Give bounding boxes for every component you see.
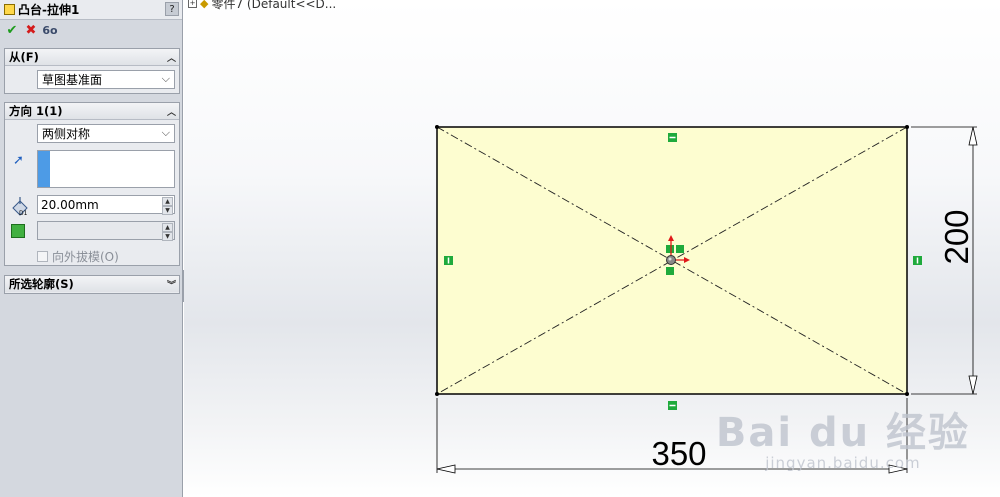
selected-contours-title: 所选轮廓(S) [9,277,74,291]
expand-icon[interactable]: ︾ [167,278,176,291]
from-group-title: 从(F) [9,50,39,64]
chevron-down-icon: ⌵ [161,126,170,139]
reverse-direction-icon[interactable]: ➚ [13,153,24,168]
draft-outward-row: 向外拔模(O) [37,248,119,265]
selected-contours-header[interactable]: 所选轮廓(S) ︾ [5,276,179,292]
draft-outward-checkbox [37,251,48,262]
vertical-relation-icon [444,256,453,265]
feature-title-bar: 凸台-拉伸1 ? [0,0,182,20]
spin-down-icon[interactable]: ▼ [162,206,173,215]
start-condition-value: 草图基准面 [42,73,103,87]
draft-icon[interactable] [11,224,25,238]
draft-outward-label: 向外拔模(O) [52,250,119,264]
depth-spinner[interactable]: ▲ ▼ [162,197,173,215]
end-condition-value: 两侧对称 [42,127,91,141]
feature-title: 凸台-拉伸1 [18,3,80,17]
ok-button[interactable]: ✔ [5,23,19,38]
direction-selection-box[interactable] [37,150,175,188]
horizontal-relation-icon [668,133,677,142]
selected-contours-group[interactable]: 所选轮廓(S) ︾ [4,275,180,294]
from-group-header[interactable]: 从(F) ︿ [5,49,179,66]
watermark-main: Bai du 经验 [715,410,970,456]
depth-icon: D1 [12,197,28,216]
chevron-down-icon: ⌵ [161,72,170,85]
width-dimension-value: 350 [651,435,706,472]
collapse-icon[interactable]: ︿ [167,51,176,64]
draft-angle-input: ▲ ▼ [37,221,175,241]
horizontal-relation-icon [668,401,677,410]
sketch-point[interactable] [905,125,909,129]
action-buttons: ✔ ✖ 6o [0,20,182,40]
depth-value: 20.00mm [41,197,99,212]
spin-up-icon: ▲ [162,223,173,232]
sketch-point[interactable] [435,392,439,396]
spin-down-icon: ▼ [162,232,173,241]
end-condition-select[interactable]: 两侧对称 ⌵ [37,124,175,143]
collapse-icon[interactable]: ︿ [167,105,176,118]
selection-highlight-bar [38,151,50,187]
boss-extrude-icon [4,4,15,15]
help-button[interactable]: ? [165,2,179,16]
direction1-group-header[interactable]: 方向 1(1) ︿ [5,103,179,120]
sketch-point[interactable] [435,125,439,129]
baidu-watermark: Bai du 经验 jingyan.baidu.com [716,400,970,472]
direction1-group: 方向 1(1) ︿ 两侧对称 ⌵ ➚ D1 20.00mm ▲ ▼ ▲ ▼ 向外… [4,102,180,266]
depth-input[interactable]: 20.00mm ▲ ▼ [37,195,175,215]
draft-spinner: ▲ ▼ [162,223,173,241]
vertical-relation-icon [913,256,922,265]
sketch-point[interactable] [905,392,909,396]
depth-icon-label: D1 [19,210,28,216]
cancel-button[interactable]: ✖ [24,23,38,38]
spin-up-icon[interactable]: ▲ [162,197,173,206]
start-condition-select[interactable]: 草图基准面 ⌵ [37,70,175,89]
from-group: 从(F) ︿ 草图基准面 ⌵ [4,48,180,94]
direction1-group-title: 方向 1(1) [9,104,63,118]
height-dimension-value: 200 [938,209,975,264]
property-manager: 凸台-拉伸1 ? ✔ ✖ 6o 从(F) ︿ 草图基准面 ⌵ 方向 1(1) ︿… [0,0,183,497]
graphics-area[interactable]: + ◆ 零件7 (Default<<D... 350 200 Bai du 经验… [184,0,1000,497]
detailed-preview-button[interactable]: 6o [42,23,57,37]
